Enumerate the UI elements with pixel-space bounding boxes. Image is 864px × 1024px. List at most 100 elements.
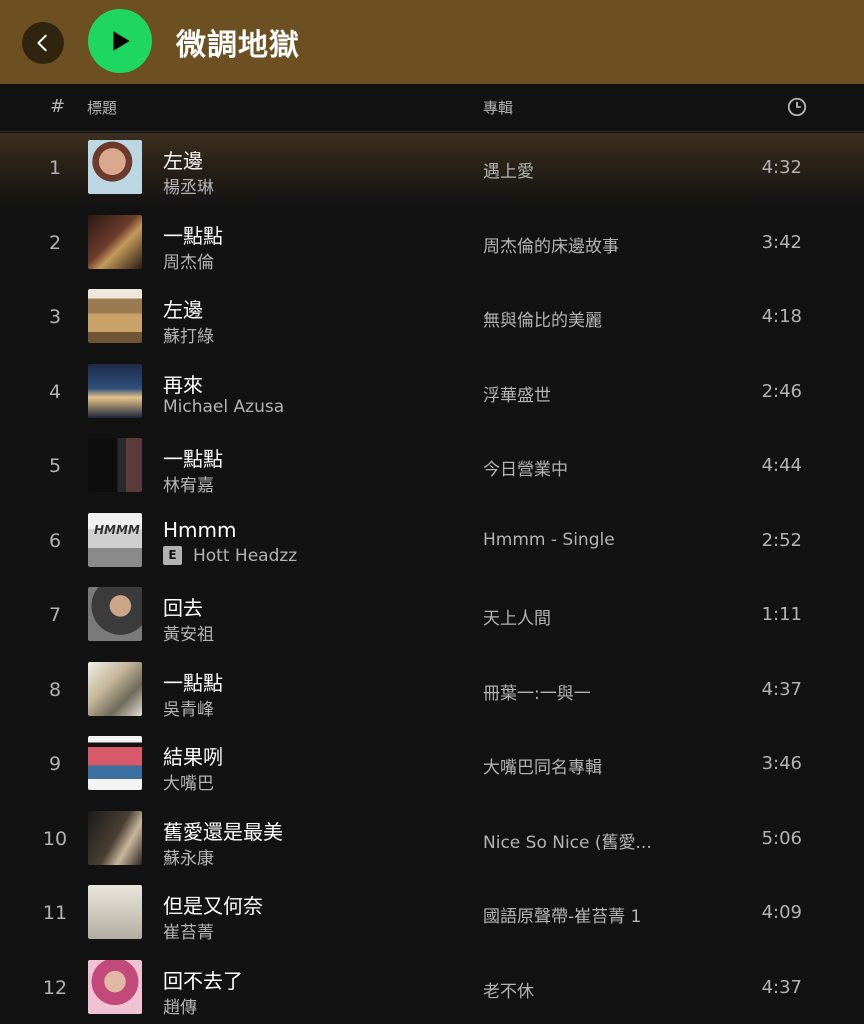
artist-name[interactable]: 蘇永康 bbox=[163, 844, 214, 869]
artist-name[interactable]: Hott Headzz bbox=[193, 546, 297, 566]
album-cover[interactable] bbox=[88, 363, 142, 418]
artist-name[interactable]: 崔苔菁 bbox=[163, 918, 214, 943]
track-album[interactable]: 今日營業中 bbox=[483, 455, 683, 480]
artist-name[interactable]: 吳青峰 bbox=[163, 695, 214, 720]
track-row[interactable]: 1 左邊 楊丞琳 遇上愛 4:32 bbox=[0, 133, 864, 208]
track-duration: 2:46 bbox=[761, 380, 802, 402]
track-album[interactable]: 周杰倫的床邊故事 bbox=[483, 232, 683, 257]
track-album[interactable]: 國語原聲帶-崔苔菁 1 bbox=[483, 902, 683, 927]
track-album[interactable]: 無與倫比的美麗 bbox=[483, 306, 683, 331]
track-title[interactable]: 再來 bbox=[163, 369, 203, 398]
track-artist[interactable]: 周杰倫 bbox=[163, 248, 214, 273]
track-album[interactable]: 浮華盛世 bbox=[483, 381, 683, 406]
track-artist[interactable]: 趙傳 bbox=[163, 993, 197, 1018]
track-row[interactable]: 2 一點點 周杰倫 周杰倫的床邊故事 3:42 bbox=[0, 208, 864, 283]
track-row[interactable]: 6 HMMM Hmmm E Hott Headzz Hmmm - Single … bbox=[0, 506, 864, 581]
cover-text: HMMM bbox=[94, 522, 140, 537]
track-title[interactable]: 左邊 bbox=[163, 145, 203, 174]
track-artist[interactable]: 蘇永康 bbox=[163, 844, 214, 869]
track-row[interactable]: 4 再來 Michael Azusa 浮華盛世 2:46 bbox=[0, 357, 864, 432]
album-cover[interactable] bbox=[88, 810, 142, 865]
track-duration: 3:46 bbox=[761, 753, 802, 774]
track-row[interactable]: 11 但是又何奈 崔苔菁 國語原聲帶-崔苔菁 1 4:09 bbox=[0, 878, 864, 953]
album-cover[interactable] bbox=[88, 736, 142, 790]
album-cover[interactable] bbox=[88, 289, 142, 343]
track-title[interactable]: 一點點 bbox=[163, 667, 223, 696]
artist-name[interactable]: 周杰倫 bbox=[163, 248, 214, 273]
track-number: 7 bbox=[48, 604, 62, 626]
track-row[interactable]: 9 結果咧 大嘴巴 大嘴巴同名專輯 3:46 bbox=[0, 729, 864, 804]
track-title[interactable]: 但是又何奈 bbox=[163, 890, 263, 919]
album-cover[interactable] bbox=[88, 661, 142, 716]
track-duration: 4:09 bbox=[761, 902, 802, 923]
track-album[interactable]: 天上人間 bbox=[483, 604, 683, 629]
column-title[interactable]: 標題 bbox=[87, 97, 117, 118]
artist-name[interactable]: 大嘴巴 bbox=[163, 769, 214, 794]
track-title[interactable]: Hmmm bbox=[163, 518, 237, 542]
track-duration: 1:11 bbox=[761, 604, 802, 625]
track-artist[interactable]: E Hott Headzz bbox=[163, 546, 297, 566]
album-cover[interactable] bbox=[88, 959, 142, 1014]
playlist-header: 微調地獄 bbox=[0, 0, 864, 84]
artist-name[interactable]: 楊丞琳 bbox=[163, 173, 214, 198]
track-row[interactable]: 5 一點點 林宥嘉 今日營業中 4:44 bbox=[0, 431, 864, 506]
track-number: 5 bbox=[48, 455, 62, 477]
back-button[interactable] bbox=[22, 22, 64, 64]
track-album[interactable]: 大嘴巴同名專輯 bbox=[483, 753, 683, 778]
track-artist[interactable]: 黃安祖 bbox=[163, 620, 214, 645]
column-number[interactable]: # bbox=[50, 96, 65, 117]
artist-name[interactable]: 林宥嘉 bbox=[163, 471, 214, 496]
play-button[interactable] bbox=[88, 9, 152, 73]
track-row[interactable]: 12 回不去了 趙傳 老不休 4:37 bbox=[0, 953, 864, 1024]
artist-name[interactable]: 趙傳 bbox=[163, 993, 197, 1018]
column-album[interactable]: 專輯 bbox=[483, 97, 513, 118]
album-cover[interactable] bbox=[88, 438, 142, 492]
album-cover[interactable] bbox=[88, 214, 142, 269]
track-artist[interactable]: 林宥嘉 bbox=[163, 471, 214, 496]
track-title[interactable]: 舊愛還是最美 bbox=[163, 816, 283, 845]
column-duration[interactable] bbox=[786, 96, 808, 122]
track-album[interactable]: Nice So Nice (舊愛... bbox=[483, 828, 683, 853]
track-number: 11 bbox=[42, 902, 68, 924]
track-number: 6 bbox=[48, 529, 62, 552]
album-cover[interactable] bbox=[88, 587, 142, 641]
play-icon bbox=[113, 31, 130, 51]
track-artist[interactable]: 楊丞琳 bbox=[163, 173, 214, 198]
track-row[interactable]: 8 一點點 吳青峰 冊葉一:一與一 4:37 bbox=[0, 655, 864, 730]
album-cover[interactable] bbox=[88, 140, 142, 194]
track-number: 9 bbox=[48, 753, 62, 775]
album-cover[interactable]: HMMM bbox=[88, 512, 142, 567]
track-number: 10 bbox=[42, 827, 68, 850]
track-artist[interactable]: Michael Azusa bbox=[163, 397, 284, 417]
artist-name[interactable]: Michael Azusa bbox=[163, 397, 284, 417]
artist-name[interactable]: 黃安祖 bbox=[163, 620, 214, 645]
track-number: 2 bbox=[48, 231, 62, 254]
track-title[interactable]: 一點點 bbox=[163, 220, 223, 249]
artist-name[interactable]: 蘇打綠 bbox=[163, 322, 214, 347]
track-title[interactable]: 左邊 bbox=[163, 294, 203, 323]
track-artist[interactable]: 吳青峰 bbox=[163, 695, 214, 720]
track-title[interactable]: 結果咧 bbox=[163, 741, 223, 770]
track-duration: 4:37 bbox=[761, 976, 802, 998]
track-album[interactable]: 遇上愛 bbox=[483, 157, 683, 182]
track-album[interactable]: 冊葉一:一與一 bbox=[483, 679, 683, 704]
track-artist[interactable]: 蘇打綠 bbox=[163, 322, 214, 347]
track-title[interactable]: 回去 bbox=[163, 592, 203, 621]
track-list: 1 左邊 楊丞琳 遇上愛 4:32 2 一點點 周杰倫 周杰倫的床邊故事 3:4… bbox=[0, 133, 864, 1024]
track-number: 12 bbox=[42, 976, 68, 999]
track-row[interactable]: 7 回去 黃安祖 天上人間 1:11 bbox=[0, 580, 864, 655]
track-title[interactable]: 一點點 bbox=[163, 443, 223, 472]
track-row[interactable]: 10 舊愛還是最美 蘇永康 Nice So Nice (舊愛... 5:06 bbox=[0, 804, 864, 879]
playlist-title: 微調地獄 bbox=[176, 28, 300, 63]
chevron-left-icon bbox=[37, 34, 47, 52]
track-artist[interactable]: 大嘴巴 bbox=[163, 769, 214, 794]
track-duration: 4:37 bbox=[761, 678, 802, 700]
track-row[interactable]: 3 左邊 蘇打綠 無與倫比的美麗 4:18 bbox=[0, 282, 864, 357]
track-title[interactable]: 回不去了 bbox=[163, 965, 243, 994]
album-cover[interactable] bbox=[88, 885, 142, 939]
track-duration: 4:18 bbox=[761, 306, 802, 327]
track-album[interactable]: 老不休 bbox=[483, 977, 683, 1002]
track-artist[interactable]: 崔苔菁 bbox=[163, 918, 214, 943]
track-number: 8 bbox=[48, 678, 62, 701]
track-album[interactable]: Hmmm - Single bbox=[483, 530, 683, 550]
